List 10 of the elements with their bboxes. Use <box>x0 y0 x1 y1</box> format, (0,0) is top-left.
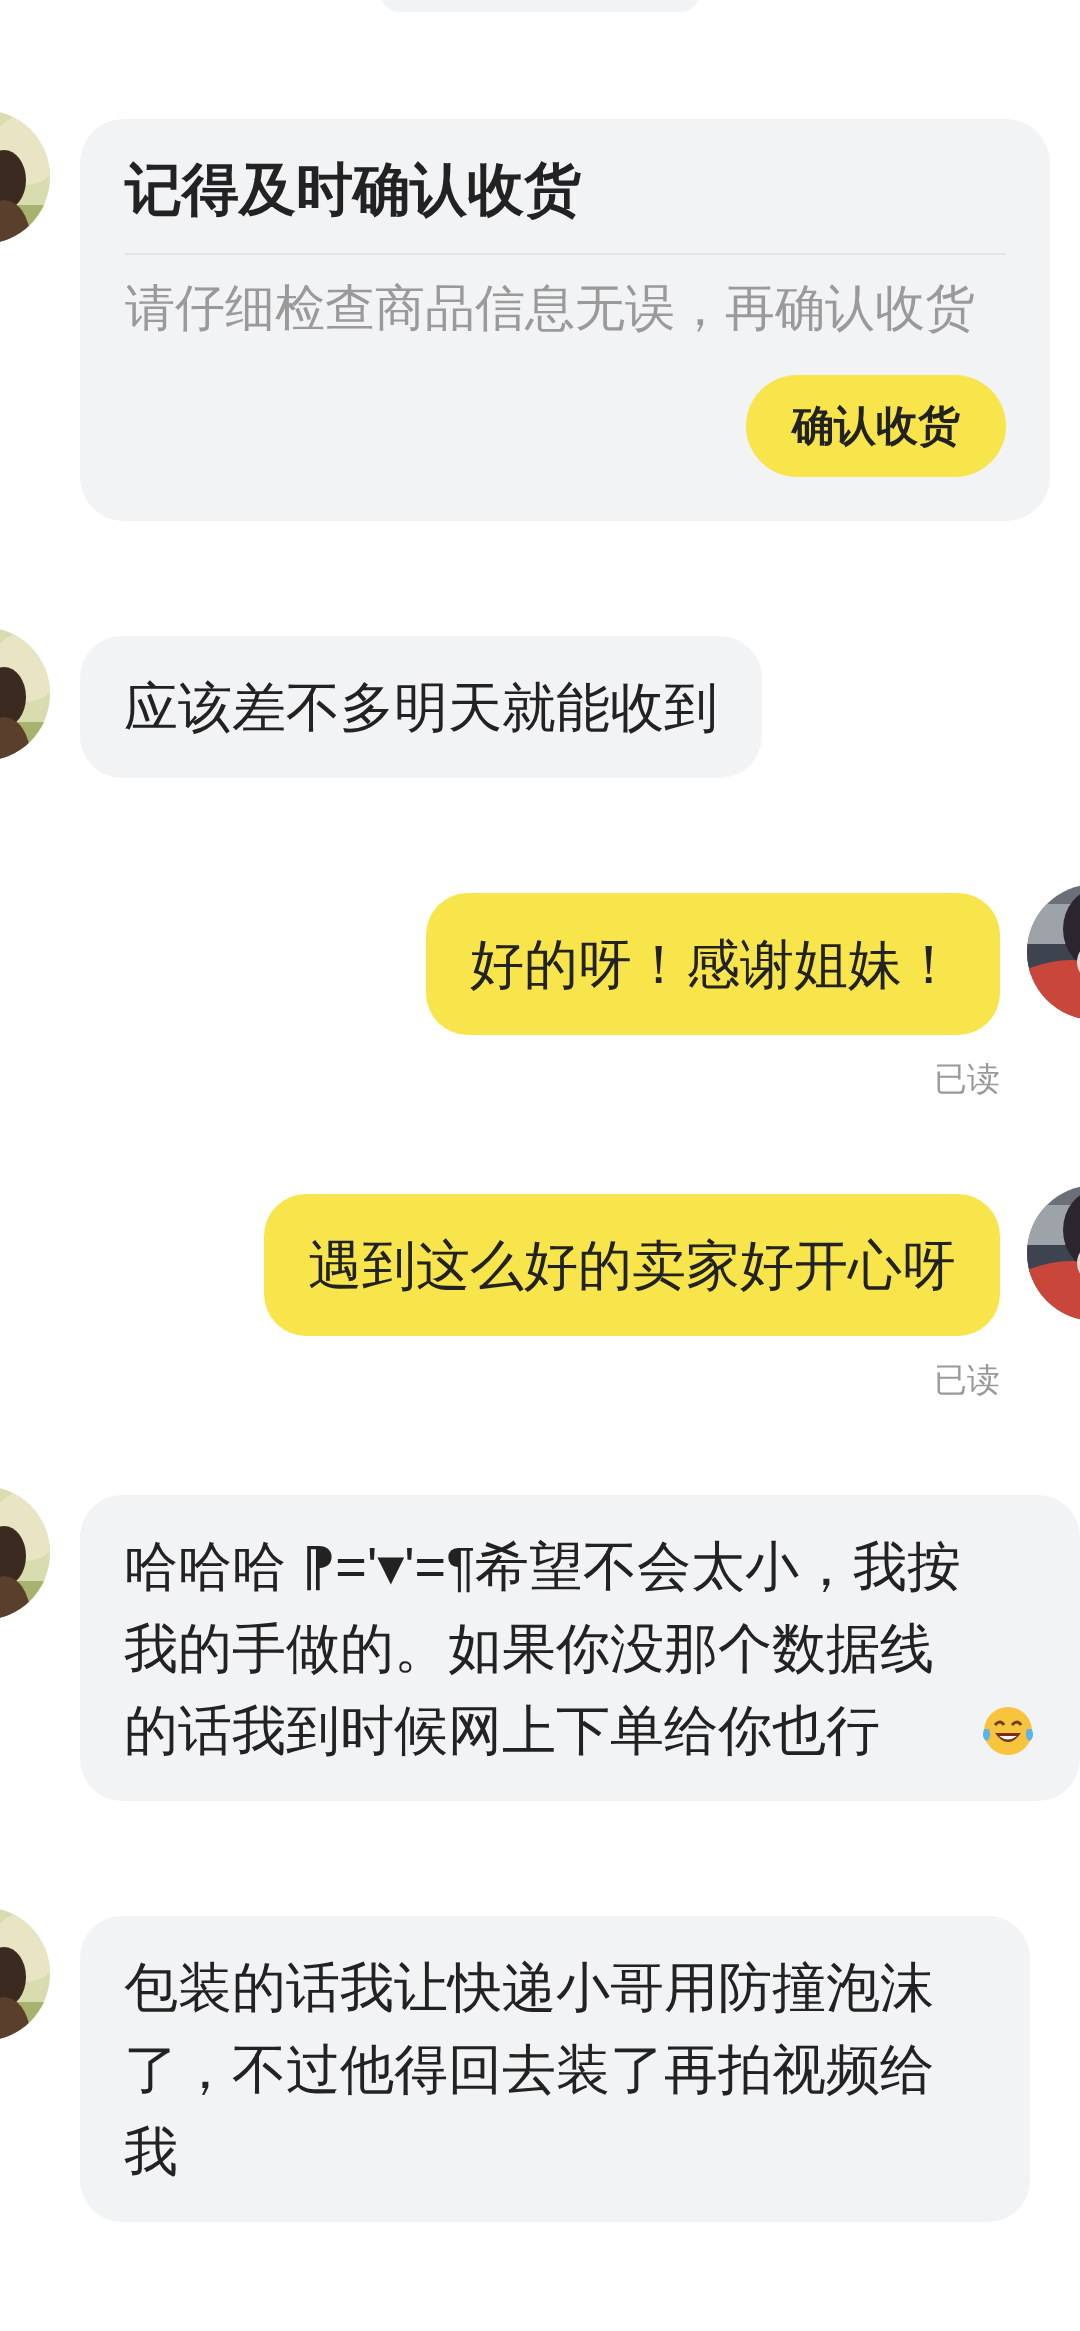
confirm-button[interactable]: 确认收货 <box>746 375 1006 477</box>
card-text: 请仔细检查商品信息无误，再确认收货 <box>125 278 976 339</box>
card-title: 记得及时确认收货 <box>125 155 582 224</box>
message-text: 好的呀！感谢姐妹！ <box>470 933 956 996</box>
message-text: 应该差不多明天就能收到 <box>124 676 718 739</box>
read-receipt: 已读 <box>934 1058 1000 1100</box>
message-text: 遇到这么好的卖家好开心呀 <box>308 1234 956 1297</box>
message-text: 包装的话我让快递小哥用防撞泡沫了，不过他得回去装了再拍视频给我 <box>124 1956 935 2183</box>
read-receipt: 已读 <box>934 1359 1000 1401</box>
message-text: 哈哈哈 ⁋='▾'=¶希望不会太小，我按我的手做的。如果你没那个数据线的话我到时候网上下单给你也行 <box>124 1535 963 1762</box>
